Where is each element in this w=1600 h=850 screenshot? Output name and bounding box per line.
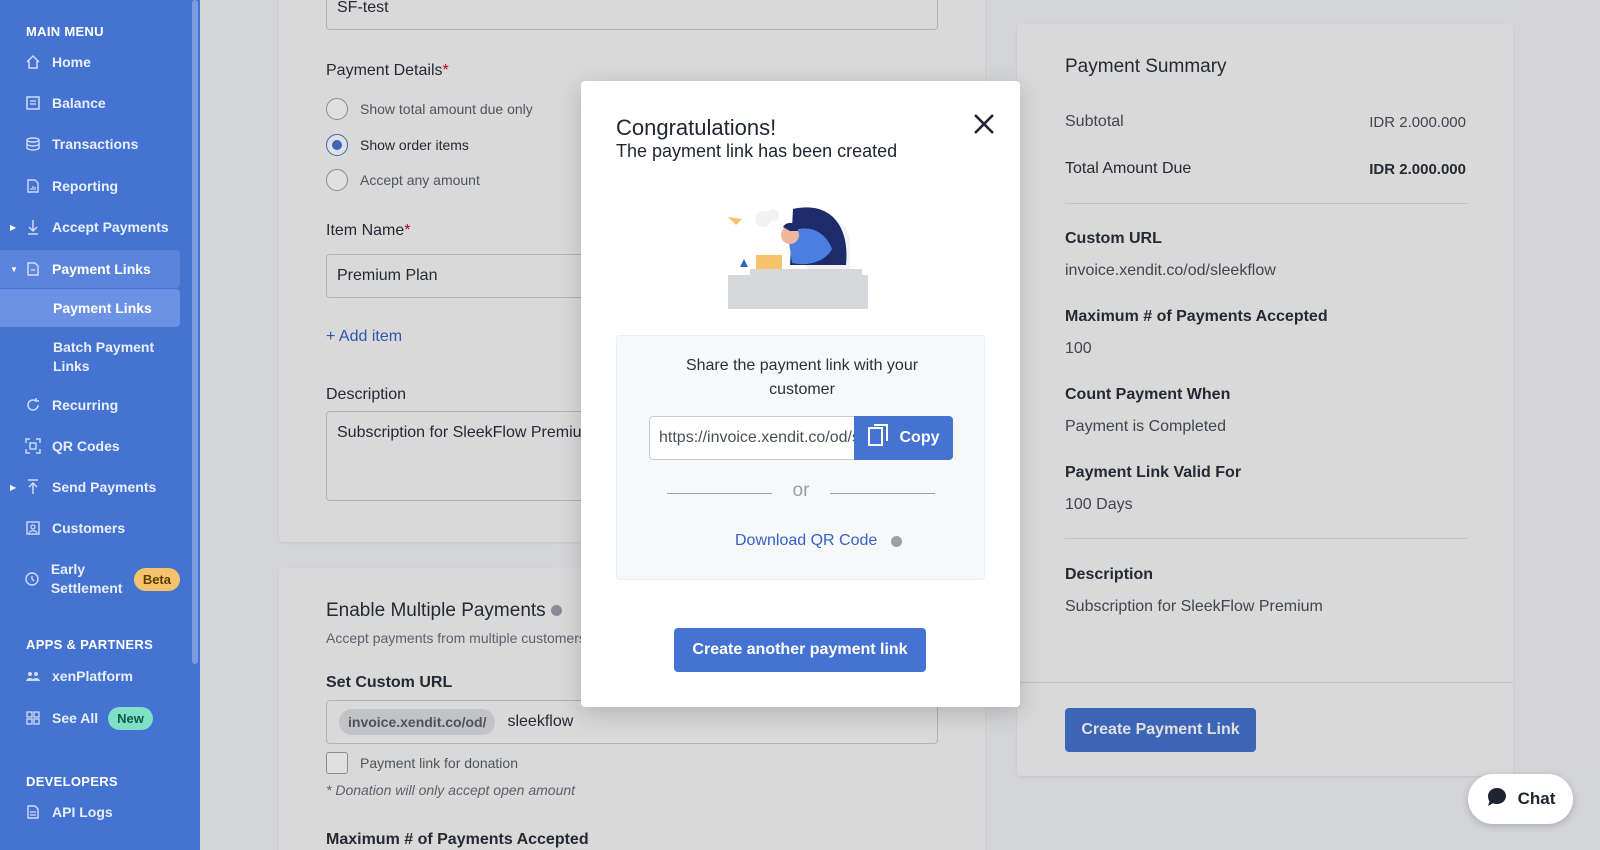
sidebar-item-api-logs[interactable]: API Logs	[0, 794, 180, 830]
copy-label: Copy	[899, 429, 940, 446]
chat-button[interactable]: Chat	[1468, 774, 1573, 824]
sidebar-item-payment-links[interactable]: ▼ Payment Links	[0, 250, 180, 288]
reporting-icon	[24, 177, 42, 195]
new-badge: New	[108, 706, 153, 730]
or-label: or	[792, 480, 810, 501]
home-icon	[24, 53, 42, 71]
sidebar-item-label: See All	[52, 710, 99, 726]
api-logs-icon	[24, 803, 42, 821]
sidebar-item-balance[interactable]: Balance	[0, 85, 180, 121]
sidebar-item-label: Balance	[52, 95, 106, 111]
create-another-link-button[interactable]: Create another payment link	[674, 628, 926, 672]
balance-icon	[24, 94, 42, 112]
recurring-icon	[24, 396, 42, 414]
grid-icon	[24, 709, 42, 727]
copy-link-group: https://invoice.xendit.co/od/sleekflow C…	[649, 416, 953, 460]
sidebar-item-label: Reporting	[52, 178, 119, 194]
info-icon[interactable]	[891, 535, 903, 547]
copy-icon	[867, 423, 890, 453]
or-divider-right	[830, 493, 935, 494]
sidebar-item-label: Transactions	[52, 136, 139, 152]
success-illustration	[728, 205, 868, 309]
sidebar-item-label: Home	[52, 54, 91, 70]
sidebar-item-label: xenPlatform	[52, 668, 133, 684]
payment-link-value: https://invoice.xendit.co/od/sleekflow	[659, 429, 854, 446]
sidebar-item-label: Send Payments	[52, 479, 157, 495]
chat-label: Chat	[1517, 789, 1556, 808]
payment-link-input[interactable]: https://invoice.xendit.co/od/sleekflow	[649, 416, 854, 460]
caret-down-icon: ▼	[10, 264, 18, 274]
sidebar-item-home[interactable]: Home	[0, 44, 180, 80]
sidebar-item-label: Recurring	[52, 397, 119, 413]
sidebar-item-label: API Logs	[52, 804, 113, 820]
caret-right-icon: ▶	[10, 482, 17, 492]
sidebar-item-accept-payments[interactable]: ▶ Accept Payments	[0, 209, 180, 245]
sidebar-item-label: QR Codes	[52, 438, 120, 454]
payment-links-icon	[24, 260, 42, 278]
caret-right-icon: ▶	[10, 222, 17, 232]
sidebar-item-label: Customers	[52, 520, 126, 536]
modal-title: Congratulations!	[616, 115, 777, 140]
sidebar-subitem-batch-payment-links[interactable]: Batch Payment Links	[0, 336, 170, 378]
sidebar-scrollbar[interactable]	[192, 0, 198, 664]
download-qr-label: Download QR Code	[735, 532, 878, 549]
sidebar-item-transactions[interactable]: Transactions	[0, 126, 180, 162]
sidebar-subitem-label: Batch Payment Links	[53, 339, 155, 374]
success-modal: Congratulations! The payment link has be…	[581, 81, 1020, 707]
transactions-icon	[24, 135, 42, 153]
sidebar: MAIN MENU Home Balance Transactions Repo…	[0, 0, 200, 850]
modal-subtitle: The payment link has been created	[616, 141, 898, 161]
sidebar-item-see-all[interactable]: See All New	[0, 700, 180, 736]
download-qr-link[interactable]: Download QR Code	[735, 532, 903, 550]
sidebar-item-reporting[interactable]: Reporting	[0, 168, 180, 204]
customers-icon	[24, 519, 42, 537]
sidebar-item-label: Payment Links	[52, 261, 151, 277]
accept-payments-icon	[24, 218, 42, 236]
sidebar-item-label: Accept Payments	[52, 219, 169, 235]
xenplatform-icon	[24, 667, 42, 685]
beta-badge: Beta	[133, 567, 180, 591]
send-payments-icon	[24, 478, 42, 496]
sidebar-subitem-label: Payment Links	[53, 300, 152, 316]
sidebar-item-xenplatform[interactable]: xenPlatform	[0, 658, 180, 694]
close-icon[interactable]	[971, 111, 997, 137]
chat-bubble-icon	[1486, 786, 1508, 813]
sidebar-item-qr-codes[interactable]: QR Codes	[0, 428, 180, 464]
sidebar-item-label: Early Settlement	[50, 561, 123, 596]
developers-title: DEVELOPERS	[26, 774, 118, 789]
sidebar-subitem-payment-links[interactable]: Payment Links	[0, 289, 180, 327]
sidebar-item-early-settlement[interactable]: Early Settlement Beta	[0, 558, 180, 600]
sidebar-item-send-payments[interactable]: ▶ Send Payments	[0, 469, 180, 505]
main-menu-title: MAIN MENU	[26, 24, 104, 39]
sidebar-item-customers[interactable]: Customers	[0, 510, 180, 546]
copy-button[interactable]: Copy	[854, 416, 953, 460]
sidebar-item-recurring[interactable]: Recurring	[0, 387, 180, 423]
share-link-box: Share the payment link with your custome…	[616, 335, 985, 580]
share-text: Share the payment link with your custome…	[685, 357, 919, 398]
apps-partners-title: APPS & PARTNERS	[26, 637, 154, 652]
qr-code-icon	[24, 437, 42, 455]
early-settlement-icon	[24, 570, 41, 588]
or-divider-left	[667, 493, 772, 494]
